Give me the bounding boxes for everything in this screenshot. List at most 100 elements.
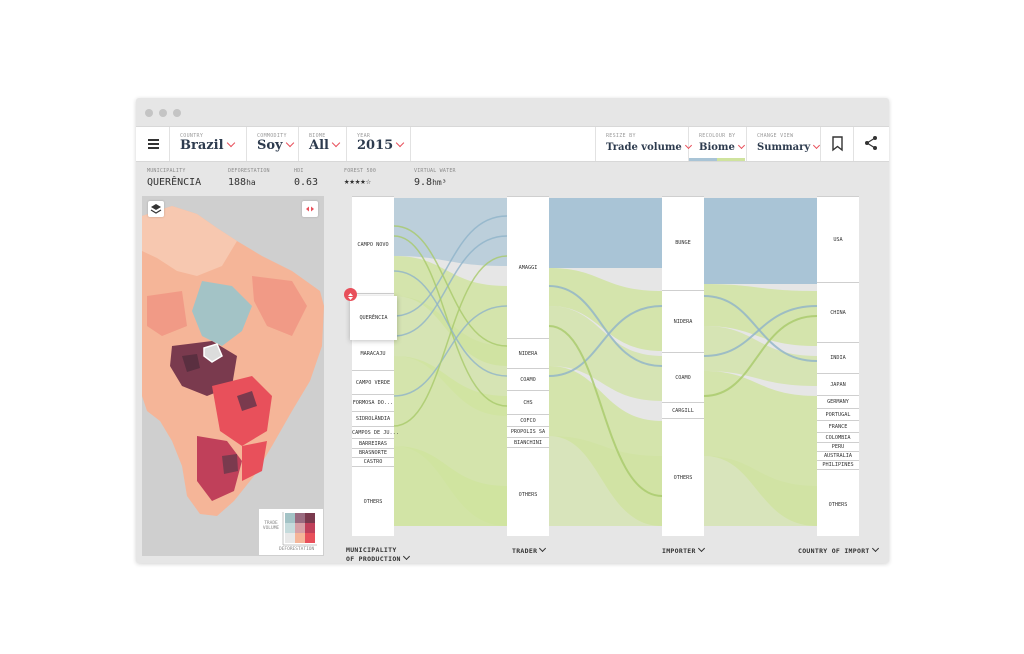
stat-value: 0.63 bbox=[294, 177, 319, 188]
node-label: CARGILL bbox=[672, 408, 694, 414]
sankey-column-municipality: CAMPO NOVO MARACAJU CAMPO VERDE FORMOSA … bbox=[352, 196, 399, 536]
country-selector[interactable]: COUNTRY Brazil bbox=[170, 127, 247, 161]
node-label: BIANCHINI bbox=[513, 440, 543, 446]
resize-by-selector[interactable]: RESIZE BY Trade volume bbox=[595, 127, 692, 161]
sankey-node[interactable]: NIDERA bbox=[507, 338, 549, 368]
year-selector[interactable]: YEAR 2015 bbox=[347, 127, 411, 161]
node-label: FRANCE bbox=[828, 424, 848, 430]
sankey-node[interactable]: COFCO bbox=[507, 414, 549, 426]
menu-button[interactable] bbox=[136, 127, 170, 161]
node-label: BARREIRAS bbox=[358, 441, 388, 447]
column-header-importer[interactable]: IMPORTER bbox=[662, 544, 705, 555]
sankey-node[interactable]: GERMANY bbox=[817, 395, 859, 408]
column-header-trader[interactable]: TRADER bbox=[512, 544, 547, 555]
header-label: COUNTRY OF IMPORT bbox=[798, 547, 870, 555]
node-label: COAMO bbox=[520, 377, 536, 383]
sankey-node[interactable]: CARGILL bbox=[662, 402, 704, 418]
sankey-node[interactable]: OTHERS bbox=[817, 469, 859, 536]
map-panel[interactable]: TRADE VOLUME DEFORESTATION bbox=[142, 196, 324, 556]
forest-500-stars: ★★★★☆ bbox=[344, 177, 372, 187]
sankey-node[interactable]: CHINA bbox=[817, 282, 859, 342]
sankey-column-importer: BUNGE NIDERA COAMO CARGILL OTHERS bbox=[662, 196, 704, 536]
sankey-node[interactable]: SIDROLÂNDIA bbox=[352, 411, 394, 426]
node-label: NIDERA bbox=[518, 351, 538, 357]
chevron-down-icon bbox=[871, 544, 879, 553]
sankey-node[interactable]: CAMPOS DE JU... bbox=[352, 426, 399, 438]
legend-x-label: DEFORESTATION bbox=[279, 547, 315, 552]
node-label: CASTRO bbox=[363, 459, 383, 465]
sankey-node[interactable]: PROPOLIS SA bbox=[507, 426, 549, 437]
header-label: IMPORTER bbox=[662, 547, 696, 555]
selected-node-handle[interactable] bbox=[344, 288, 357, 301]
sankey-node[interactable]: CASTRO bbox=[352, 457, 394, 466]
sankey-node[interactable]: MARACAJU bbox=[352, 337, 394, 370]
sankey-node[interactable]: CAMPO VERDE bbox=[352, 370, 394, 394]
node-label: CHS bbox=[523, 400, 533, 406]
sankey-node[interactable]: USA bbox=[817, 196, 859, 282]
map-expand-button[interactable] bbox=[302, 201, 318, 217]
stat-value: QUERÊNCIA bbox=[147, 177, 202, 188]
node-label: CAMPOS DE JU... bbox=[352, 430, 399, 436]
sankey-node[interactable]: JAPAN bbox=[817, 373, 859, 395]
toolbar: COUNTRY Brazil COMMODITY Soy BIOME All Y… bbox=[136, 126, 889, 162]
stat-label: HDI bbox=[294, 168, 304, 174]
node-label: INDIA bbox=[830, 355, 846, 361]
sankey-node[interactable]: PHILIPINES bbox=[817, 460, 859, 469]
recolour-by-label: RECOLOUR BY bbox=[699, 133, 736, 139]
biome-selector[interactable]: BIOME All bbox=[299, 127, 347, 161]
sankey-node[interactable]: FORMOSA DO... bbox=[352, 394, 394, 411]
stats-bar: MUNICIPALITY QUERÊNCIA DEFORESTATION 188… bbox=[136, 160, 889, 196]
sankey-node[interactable]: BRASNORTE bbox=[352, 448, 394, 457]
sankey-node[interactable]: PORTUGAL bbox=[817, 408, 859, 420]
change-view-label: CHANGE VIEW bbox=[757, 133, 794, 139]
stat-label: MUNICIPALITY bbox=[147, 168, 186, 174]
node-label: COAMO bbox=[675, 375, 691, 381]
share-button[interactable] bbox=[854, 127, 889, 161]
recolour-by-selector[interactable]: RECOLOUR BY Biome bbox=[689, 127, 747, 161]
bookmark-button[interactable] bbox=[821, 127, 854, 161]
change-view-value: Summary bbox=[757, 141, 821, 153]
sankey-diagram: CAMPO NOVO MARACAJU CAMPO VERDE FORMOSA … bbox=[352, 196, 862, 536]
sankey-node[interactable]: OTHERS bbox=[507, 447, 549, 536]
sankey-node[interactable]: CAMPO NOVO bbox=[352, 196, 394, 293]
sankey-node[interactable]: BUNGE bbox=[662, 196, 704, 290]
sankey-node[interactable]: AMAGGI bbox=[507, 196, 549, 338]
window-titlebar bbox=[136, 98, 889, 126]
sankey-node[interactable]: NIDERA bbox=[662, 290, 704, 352]
bookmark-icon bbox=[832, 136, 843, 152]
column-header-municipality[interactable]: MUNICIPALITY OF PRODUCTION bbox=[346, 546, 410, 563]
node-label: JAPAN bbox=[830, 382, 846, 388]
sankey-node[interactable]: PERU bbox=[817, 442, 859, 451]
node-label: USA bbox=[833, 237, 843, 243]
sankey-node[interactable]: COAMO bbox=[507, 368, 549, 390]
map-legend: TRADE VOLUME DEFORESTATION bbox=[259, 509, 323, 555]
selected-node-querencia[interactable]: QUERÊNCIA bbox=[350, 296, 397, 340]
node-label: AUSTRALIA bbox=[823, 453, 853, 459]
node-label: MARACAJU bbox=[360, 351, 386, 357]
chevron-down-icon bbox=[697, 544, 705, 553]
sankey-node[interactable]: BIANCHINI bbox=[507, 437, 549, 447]
change-view-selector[interactable]: CHANGE VIEW Summary bbox=[747, 127, 821, 161]
node-label: OTHERS bbox=[828, 502, 848, 508]
sankey-node[interactable]: COLOMBIA bbox=[817, 432, 859, 442]
window-dot-icon bbox=[159, 109, 167, 117]
sankey-node[interactable]: BARREIRAS bbox=[352, 438, 394, 448]
node-label: PROPOLIS SA bbox=[510, 429, 546, 435]
sankey-node[interactable]: CHS bbox=[507, 390, 549, 414]
node-label: FORMOSA DO... bbox=[352, 400, 394, 406]
sankey-flows bbox=[393, 198, 818, 526]
commodity-selector[interactable]: COMMODITY Soy bbox=[247, 127, 299, 161]
node-label: OTHERS bbox=[673, 475, 693, 481]
expand-arrows-icon bbox=[306, 206, 314, 212]
sankey-node[interactable]: INDIA bbox=[817, 342, 859, 373]
sankey-node[interactable]: AUSTRALIA bbox=[817, 451, 859, 460]
column-header-country[interactable]: COUNTRY OF IMPORT bbox=[798, 544, 879, 555]
sankey-node[interactable]: OTHERS bbox=[662, 418, 704, 536]
up-down-arrows-icon bbox=[348, 293, 353, 300]
brazil-choropleth-map[interactable] bbox=[142, 196, 324, 556]
country-value: Brazil bbox=[180, 138, 235, 153]
map-layers-button[interactable] bbox=[148, 201, 164, 217]
sankey-node[interactable]: OTHERS bbox=[352, 466, 394, 536]
sankey-node[interactable]: COAMO bbox=[662, 352, 704, 402]
sankey-node[interactable]: FRANCE bbox=[817, 420, 859, 432]
